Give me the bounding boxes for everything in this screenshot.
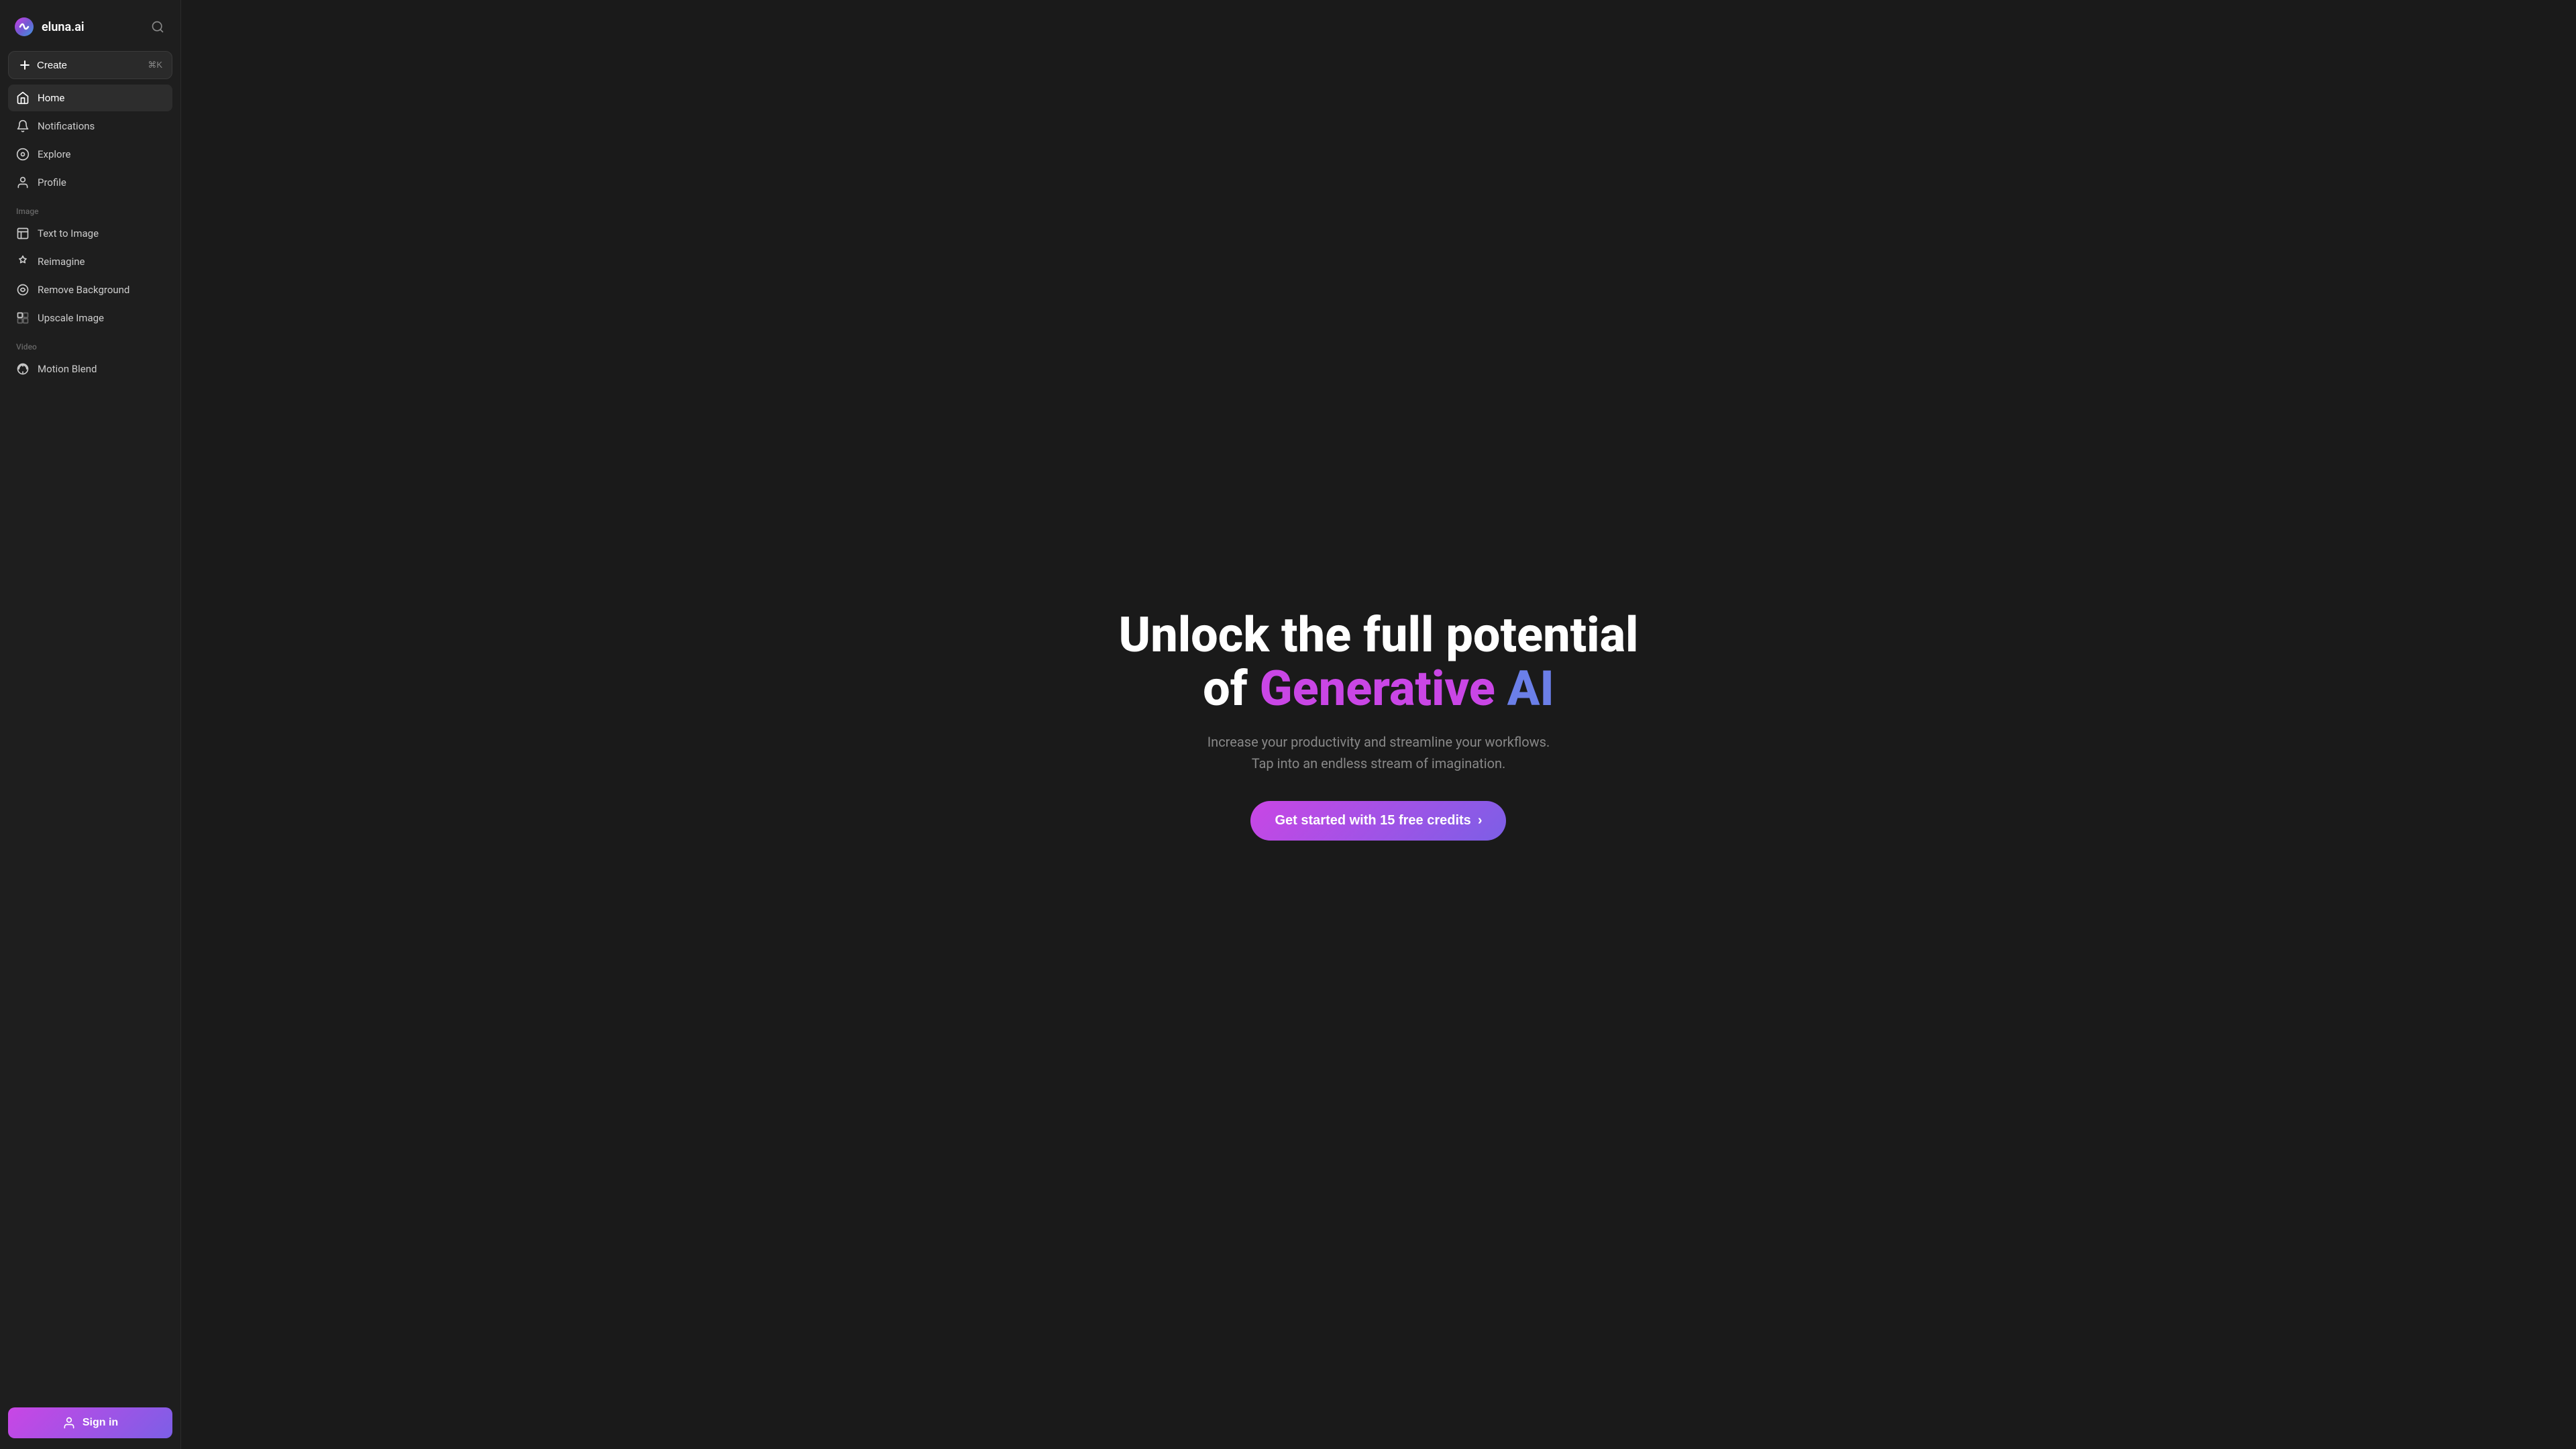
profile-label: Profile bbox=[38, 176, 66, 189]
main-content: Unlock the full potential of Generative … bbox=[181, 0, 2576, 1449]
sidebar-item-home[interactable]: Home bbox=[8, 85, 172, 111]
motion-blend-icon bbox=[16, 362, 30, 376]
reimagine-icon bbox=[16, 255, 30, 268]
image-section-label: Image bbox=[8, 197, 172, 220]
remove-background-label: Remove Background bbox=[38, 284, 129, 296]
sidebar-item-reimagine[interactable]: Reimagine bbox=[8, 248, 172, 275]
sign-in-icon bbox=[62, 1416, 76, 1430]
hero-subtitle-line1: Increase your productivity and streamlin… bbox=[1208, 734, 1550, 750]
hero-section: Unlock the full potential of Generative … bbox=[1119, 608, 1639, 840]
search-icon bbox=[151, 20, 164, 34]
app-name: eluna.ai bbox=[42, 20, 85, 34]
cta-chevron-icon: › bbox=[1478, 813, 1483, 828]
cta-button[interactable]: Get started with 15 free credits › bbox=[1250, 801, 1506, 841]
logo-area: eluna.ai bbox=[8, 11, 172, 51]
sidebar-item-remove-background[interactable]: Remove Background bbox=[8, 276, 172, 303]
create-button[interactable]: Create ⌘K bbox=[8, 51, 172, 79]
user-icon bbox=[16, 176, 30, 189]
hero-title-highlight-purple: Generative bbox=[1260, 660, 1495, 717]
motion-blend-label: Motion Blend bbox=[38, 363, 97, 375]
bell-icon bbox=[16, 119, 30, 133]
hero-title-line1: Unlock the full potential bbox=[1119, 606, 1639, 663]
logo-brand: eluna.ai bbox=[13, 16, 85, 38]
hero-subtitle-line2: Tap into an endless stream of imaginatio… bbox=[1252, 755, 1506, 771]
logo-icon bbox=[13, 16, 35, 38]
sidebar-item-upscale-image[interactable]: Upscale Image bbox=[8, 305, 172, 331]
create-label: Create bbox=[37, 60, 67, 71]
notifications-label: Notifications bbox=[38, 120, 95, 132]
sidebar-item-notifications[interactable]: Notifications bbox=[8, 113, 172, 140]
video-section-label: Video bbox=[8, 333, 172, 356]
explore-icon bbox=[16, 148, 30, 161]
remove-bg-icon bbox=[16, 283, 30, 297]
sidebar-item-text-to-image[interactable]: Text to Image bbox=[8, 220, 172, 247]
sidebar-bottom: Sign in bbox=[8, 1399, 172, 1438]
explore-label: Explore bbox=[38, 148, 71, 160]
search-button[interactable] bbox=[148, 17, 167, 36]
sign-in-button[interactable]: Sign in bbox=[8, 1407, 172, 1438]
upscale-image-label: Upscale Image bbox=[38, 312, 104, 324]
create-shortcut: ⌘K bbox=[148, 60, 162, 70]
hero-subtitle: Increase your productivity and streamlin… bbox=[1119, 731, 1639, 774]
sidebar-item-profile[interactable]: Profile bbox=[8, 169, 172, 196]
home-label: Home bbox=[38, 92, 64, 104]
sidebar-item-explore[interactable]: Explore bbox=[8, 141, 172, 168]
hero-title-highlight-blue: AI bbox=[1495, 660, 1554, 717]
cta-label: Get started with 15 free credits bbox=[1275, 813, 1470, 828]
sidebar-item-motion-blend[interactable]: Motion Blend bbox=[8, 356, 172, 382]
sidebar: eluna.ai Create ⌘K bbox=[0, 0, 181, 1449]
home-icon bbox=[16, 91, 30, 105]
text-to-image-label: Text to Image bbox=[38, 227, 99, 239]
reimagine-label: Reimagine bbox=[38, 256, 85, 268]
hero-title: Unlock the full potential of Generative … bbox=[1119, 608, 1639, 714]
upscale-icon bbox=[16, 311, 30, 325]
text-to-image-icon bbox=[16, 227, 30, 240]
sign-in-label: Sign in bbox=[83, 1417, 118, 1429]
hero-title-line2-plain: of bbox=[1203, 660, 1259, 717]
plus-icon bbox=[18, 58, 32, 72]
main-nav: Home Notifications Explore bbox=[8, 85, 172, 197]
